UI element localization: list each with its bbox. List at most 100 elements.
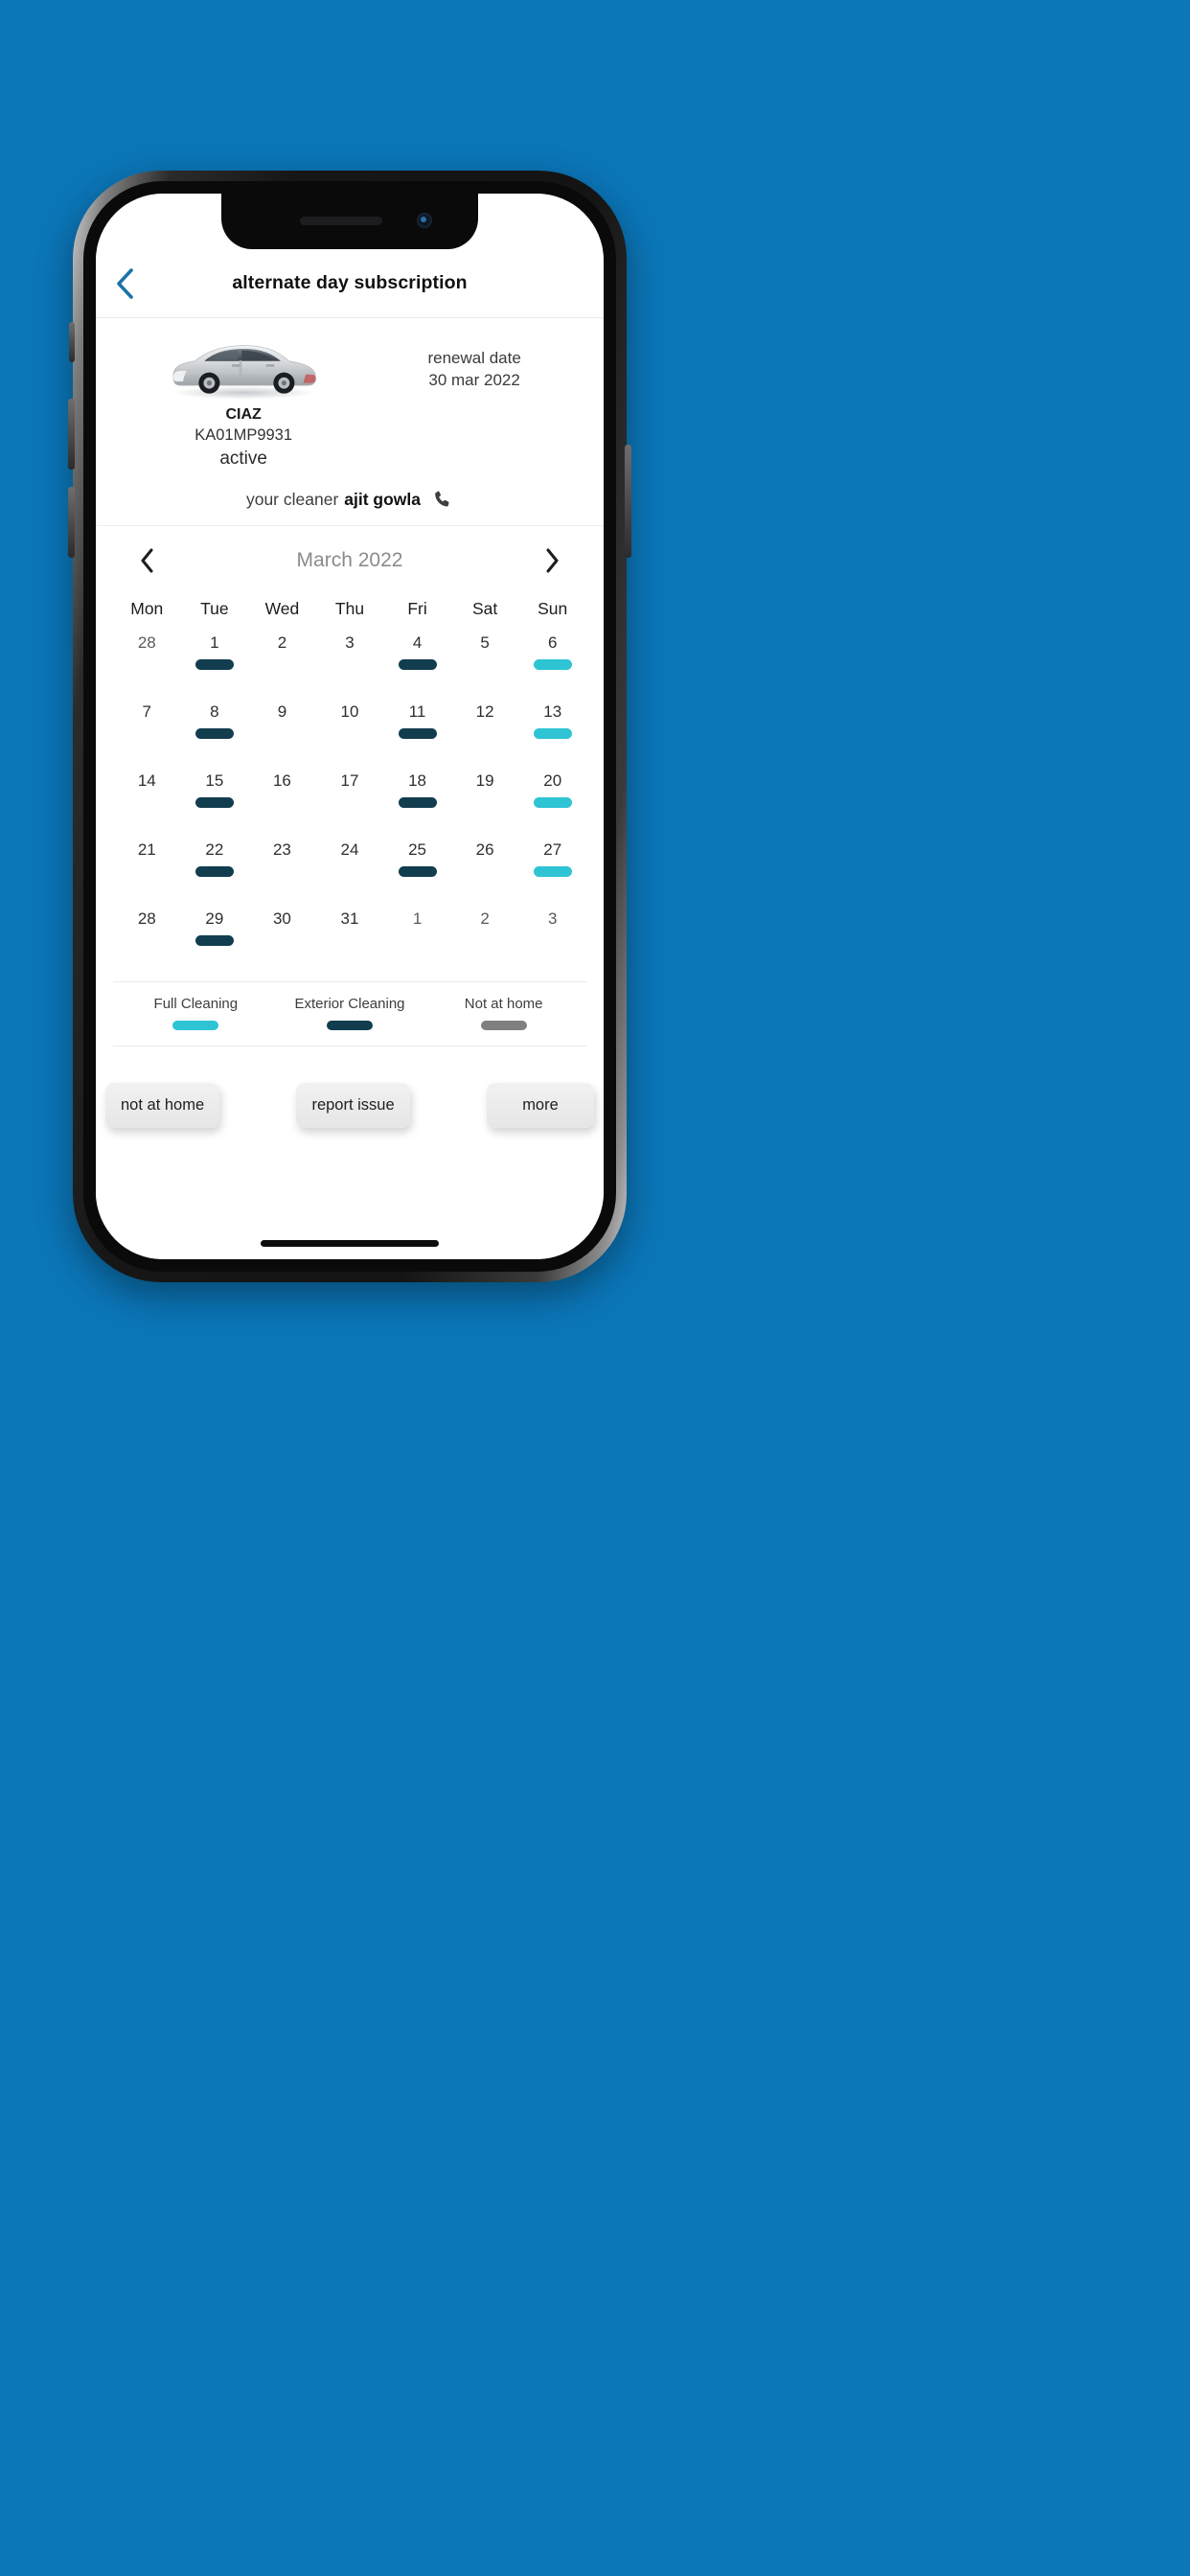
calendar-day-marker-none bbox=[466, 797, 504, 808]
calendar-day-cell[interactable]: 27 bbox=[518, 841, 586, 895]
calendar-day-marker-none bbox=[263, 659, 301, 670]
calendar-day-cell[interactable]: 2 bbox=[451, 910, 519, 964]
calendar-day-marker-exterior bbox=[398, 797, 437, 808]
cleaner-name: ajit gowla bbox=[344, 489, 422, 509]
calendar-day-number: 1 bbox=[412, 909, 423, 928]
calendar-day-cell[interactable]: 30 bbox=[248, 910, 316, 964]
front-camera-icon bbox=[417, 213, 432, 228]
renewal-info: renewal date 30 mar 2022 bbox=[368, 328, 581, 390]
vehicle-top-row: CIAZ KA01MP9931 active renewal date 30 m… bbox=[119, 328, 581, 470]
calendar-day-number: 16 bbox=[272, 771, 291, 790]
calendar-day-cell[interactable]: 12 bbox=[451, 703, 519, 757]
calendar-day-number: 6 bbox=[547, 633, 558, 652]
calendar-day-cell[interactable]: 6 bbox=[518, 634, 586, 688]
calendar-day-cell[interactable]: 18 bbox=[383, 772, 451, 826]
report-issue-button[interactable]: report issue bbox=[296, 1083, 410, 1128]
calendar-day-number: 29 bbox=[205, 909, 224, 928]
calendar-day-cell[interactable]: 25 bbox=[383, 841, 451, 895]
calendar-day-cell[interactable]: 20 bbox=[518, 772, 586, 826]
calendar-week-row: 28 29 30 31 1 2 3 bbox=[113, 910, 586, 964]
home-indicator[interactable] bbox=[261, 1240, 439, 1247]
calendar-prev-month-button[interactable] bbox=[128, 541, 167, 580]
calendar-day-cell[interactable]: 5 bbox=[451, 634, 519, 688]
calendar-day-cell[interactable]: 29 bbox=[181, 910, 249, 964]
legend-label: Not at home bbox=[464, 996, 543, 1012]
calendar-day-cell[interactable]: 4 bbox=[383, 634, 451, 688]
calendar-day-cell[interactable]: 10 bbox=[316, 703, 384, 757]
vehicle-name: CIAZ bbox=[225, 406, 262, 423]
calendar-day-number: 28 bbox=[137, 909, 156, 928]
calendar-next-month-button[interactable] bbox=[533, 541, 571, 580]
calendar-day-marker-exterior bbox=[195, 728, 234, 739]
phone-device-frame: alternate day subscription CIAZ KA01MP99… bbox=[68, 171, 631, 1282]
calendar-day-number: 4 bbox=[412, 633, 423, 652]
calendar-day-cell[interactable]: 22 bbox=[181, 841, 249, 895]
calendar-day-cell[interactable]: 21 bbox=[113, 841, 181, 895]
renewal-date-label: renewal date bbox=[427, 349, 521, 367]
calendar-day-marker-exterior bbox=[195, 866, 234, 877]
calendar-day-number: 1 bbox=[210, 633, 219, 652]
phone-icon[interactable] bbox=[432, 489, 453, 510]
calendar-day-cell[interactable]: 26 bbox=[451, 841, 519, 895]
calendar-day-cell[interactable]: 19 bbox=[451, 772, 519, 826]
calendar-weekday-header: Mon Tue Wed Thu Fri Sat Sun bbox=[113, 599, 586, 619]
calendar-day-cell[interactable]: 3 bbox=[316, 634, 384, 688]
calendar-day-marker-none bbox=[263, 935, 301, 946]
calendar-day-number: 12 bbox=[475, 702, 494, 721]
device-notch bbox=[221, 194, 478, 249]
calendar-day-cell[interactable]: 28 bbox=[113, 634, 181, 688]
volume-down-button[interactable] bbox=[68, 487, 75, 558]
calendar-day-number: 15 bbox=[205, 771, 224, 790]
calendar-day-cell[interactable]: 15 bbox=[181, 772, 249, 826]
calendar-day-marker-full bbox=[533, 659, 572, 670]
app-root: alternate day subscription CIAZ KA01MP99… bbox=[96, 194, 604, 1259]
calendar-day-cell[interactable]: 11 bbox=[383, 703, 451, 757]
legend-swatch bbox=[326, 1021, 373, 1030]
power-button[interactable] bbox=[625, 445, 631, 558]
calendar-day-marker-none bbox=[331, 866, 369, 877]
calendar-day-cell[interactable]: 13 bbox=[518, 703, 586, 757]
calendar-day-number: 3 bbox=[345, 633, 355, 652]
calendar-day-marker-none bbox=[263, 797, 301, 808]
app-bar: alternate day subscription bbox=[96, 249, 604, 318]
calendar-day-marker-none bbox=[466, 659, 504, 670]
calendar-day-cell[interactable]: 16 bbox=[248, 772, 316, 826]
calendar-weekday-thu: Thu bbox=[334, 599, 365, 618]
calendar-day-cell[interactable]: 8 bbox=[181, 703, 249, 757]
renewal-date-value: 30 mar 2022 bbox=[428, 371, 520, 389]
chevron-left-icon bbox=[141, 548, 153, 573]
calendar-day-marker-none bbox=[127, 659, 166, 670]
calendar-day-cell[interactable]: 24 bbox=[316, 841, 384, 895]
calendar-day-cell[interactable]: 28 bbox=[113, 910, 181, 964]
calendar-day-marker-none bbox=[466, 728, 504, 739]
back-button[interactable] bbox=[103, 263, 146, 305]
volume-up-button[interactable] bbox=[68, 399, 75, 470]
mute-switch[interactable] bbox=[69, 322, 75, 362]
calendar-day-cell[interactable]: 3 bbox=[518, 910, 586, 964]
calendar-day-cell[interactable]: 2 bbox=[248, 634, 316, 688]
calendar-day-cell[interactable]: 1 bbox=[383, 910, 451, 964]
calendar-day-cell[interactable]: 1 bbox=[181, 634, 249, 688]
legend-item-exterior: Exterior Cleaning bbox=[273, 996, 427, 1030]
more-button[interactable]: more bbox=[486, 1083, 594, 1128]
calendar-day-cell[interactable]: 9 bbox=[248, 703, 316, 757]
calendar-day-cell[interactable]: 7 bbox=[113, 703, 181, 757]
calendar-day-marker-none bbox=[127, 728, 166, 739]
calendar-weekday-wed: Wed bbox=[264, 599, 300, 618]
calendar-day-marker-exterior bbox=[195, 935, 234, 946]
calendar-day-marker-full bbox=[533, 866, 572, 877]
calendar-day-cell[interactable]: 17 bbox=[316, 772, 384, 826]
legend-swatch bbox=[172, 1021, 219, 1030]
not-at-home-button[interactable]: not at home bbox=[105, 1083, 220, 1128]
calendar-day-cell[interactable]: 23 bbox=[248, 841, 316, 895]
calendar-day-cell[interactable]: 14 bbox=[113, 772, 181, 826]
calendar-day-number: 26 bbox=[475, 840, 494, 859]
calendar-day-number: 31 bbox=[340, 909, 359, 928]
calendar-header: March 2022 bbox=[113, 526, 586, 595]
calendar-day-cell[interactable]: 31 bbox=[316, 910, 384, 964]
calendar: March 2022 Mon Tue Wed Thu Fri Sat Sun 28 1 2 3 4 5… bbox=[96, 526, 604, 1046]
calendar-day-marker-none bbox=[127, 797, 166, 808]
calendar-day-number: 2 bbox=[480, 909, 490, 928]
phone-bezel: alternate day subscription CIAZ KA01MP99… bbox=[83, 181, 616, 1272]
